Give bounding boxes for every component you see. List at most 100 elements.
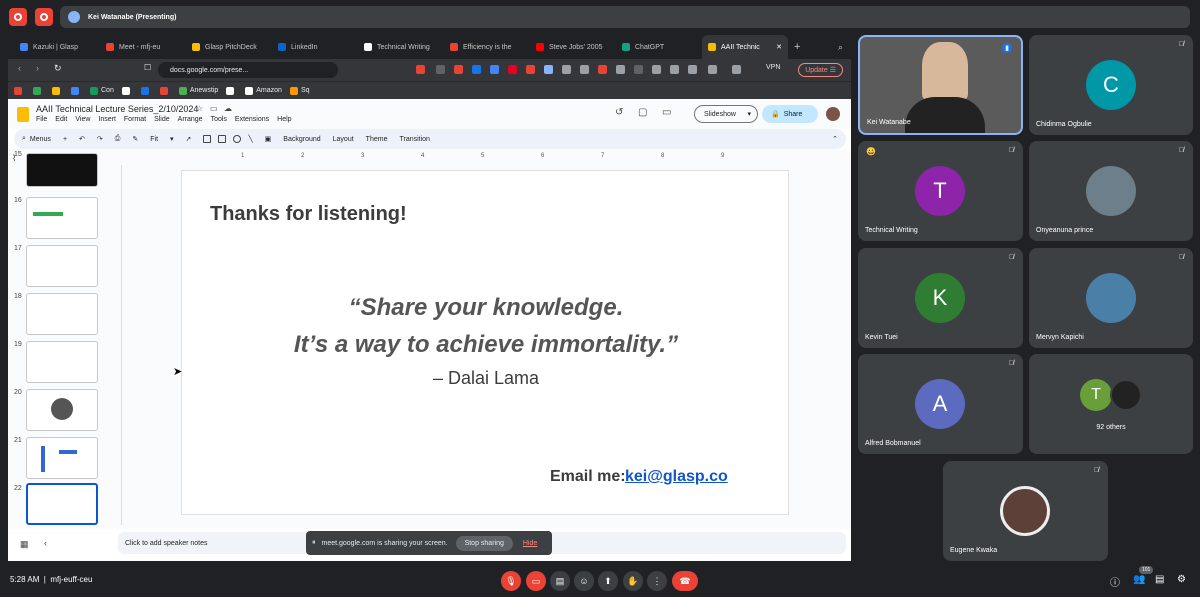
activities-icon[interactable]: ⚙ [1177, 574, 1186, 585]
bookmark-item[interactable]: Anewstip [178, 86, 218, 95]
back-icon[interactable]: ‹ [18, 63, 21, 73]
menu-view[interactable]: View [75, 116, 90, 123]
grid-view-icon[interactable]: ▦ [20, 539, 29, 550]
participant-tile[interactable]: C 🎙̸ Chidinma Ogbulie [1029, 35, 1193, 135]
shape-icon[interactable] [233, 135, 242, 143]
print-icon[interactable]: ⎙ [115, 135, 121, 143]
address-bar[interactable]: docs.google.com/prese... [158, 62, 338, 78]
update-button[interactable]: Update ☰ [798, 63, 843, 77]
chevron-down-icon[interactable]: ▾ [747, 110, 751, 118]
paint-format-icon[interactable]: ✎ [132, 135, 138, 143]
bookmark-item[interactable]: Sq [289, 86, 310, 95]
slide-thumbnail-selected[interactable] [26, 483, 98, 525]
chat-icon[interactable]: ▤ [1155, 574, 1164, 585]
participant-tile[interactable]: 😀 T 🎙̸ Technical Writing [858, 141, 1023, 241]
layout-button[interactable]: Layout [333, 136, 354, 143]
slide-thumbnail[interactable] [26, 341, 98, 383]
stop-sharing-button[interactable]: Stop sharing [455, 535, 513, 551]
transition-button[interactable]: Transition [399, 136, 429, 143]
extension-icon[interactable] [490, 65, 499, 74]
menu-format[interactable]: Format [124, 116, 146, 123]
select-cursor-icon[interactable]: ➚ [186, 135, 192, 143]
participant-tile[interactable]: 🎙̸ Mervyn Kapichi [1029, 248, 1193, 348]
bookmark-item[interactable] [14, 86, 25, 95]
menu-file[interactable]: File [36, 116, 47, 123]
extension-icon[interactable] [598, 65, 607, 74]
participant-tile[interactable]: K 🎙̸ Kevin Tuei [858, 248, 1023, 348]
zoom-select[interactable]: Fit [150, 136, 158, 143]
bookmark-item[interactable] [33, 86, 44, 95]
history-icon[interactable]: ↺ [615, 107, 623, 118]
browser-tab[interactable]: LinkedIn [272, 35, 358, 59]
user-avatar[interactable] [826, 107, 840, 121]
slide-thumbnail[interactable] [26, 437, 98, 479]
menu-insert[interactable]: Insert [98, 116, 116, 123]
new-tab-button[interactable]: + [788, 35, 812, 59]
participant-tile[interactable]: 🎙̸ Eugene Kwaka [943, 461, 1108, 561]
extension-icon[interactable] [688, 65, 697, 74]
video-call-icon[interactable]: ▭ [662, 107, 671, 118]
slide-quote-line-1[interactable]: “Share your knowledge. [182, 294, 790, 322]
menu-arrange[interactable]: Arrange [178, 116, 203, 123]
drag-handle-icon[interactable]: ⏸ [312, 539, 316, 547]
extension-icon[interactable] [472, 65, 481, 74]
browser-tab[interactable]: Meet - mfj-eu [100, 35, 186, 59]
slide-thumbnail[interactable] [26, 153, 98, 187]
extensions-puzzle-icon[interactable] [652, 65, 661, 74]
comment-icon[interactable]: ▢ [638, 107, 647, 118]
google-slides-logo[interactable] [17, 107, 29, 122]
extension-icon[interactable] [454, 65, 463, 74]
bookmark-item[interactable]: Amazon [245, 86, 282, 95]
mic-off-button[interactable]: 🎙 [501, 571, 521, 591]
folder-icon[interactable]: ▭ [210, 104, 218, 113]
browser-tab[interactable]: ChatGPT [616, 35, 702, 59]
bookmark-item[interactable] [71, 86, 82, 95]
extension-icon[interactable] [634, 65, 643, 74]
browser-tab-active[interactable]: AAII Technic ✕ [702, 35, 788, 59]
bookmark-item[interactable]: Con [90, 86, 114, 95]
extension-icon[interactable] [732, 65, 741, 74]
redo-icon[interactable]: ↷ [97, 135, 103, 143]
menu-edit[interactable]: Edit [55, 116, 67, 123]
image-icon[interactable] [218, 135, 227, 143]
browser-tab[interactable]: Kazuki | Glasp [14, 35, 100, 59]
slide-quote-line-2[interactable]: It’s a way to achieve immortality.” [182, 331, 790, 359]
forward-icon[interactable]: › [36, 63, 39, 73]
bookmark-item[interactable] [52, 86, 63, 95]
slide-email-link[interactable]: kei@glasp.co [625, 468, 728, 486]
participant-tile[interactable]: 🎙̸ Onyeanuna prince [1029, 141, 1193, 241]
collapse-toolbar-icon[interactable]: ⌃ [832, 135, 838, 143]
bookmark-item[interactable] [121, 86, 133, 95]
extension-icon[interactable] [526, 65, 535, 74]
end-call-button[interactable]: ☎ [672, 571, 698, 591]
live-stream-icon[interactable] [35, 8, 53, 26]
document-title[interactable]: AAII Technical Lecture Series_2/10/2024 [36, 104, 198, 114]
participant-tile-presenter[interactable]: ▮ Kei Watanabe [858, 35, 1023, 135]
star-icon[interactable]: ☆ [196, 104, 203, 113]
current-slide[interactable]: Thanks for listening! “Share your knowle… [181, 170, 789, 515]
new-slide-icon[interactable]: + [63, 136, 67, 143]
emoji-button[interactable]: ☺ [574, 571, 594, 591]
slideshow-button[interactable]: Slideshow ▾ [694, 105, 758, 123]
reload-icon[interactable]: ↻ [54, 63, 62, 74]
slide-attribution[interactable]: – Dalai Lama [182, 368, 790, 389]
menu-help[interactable]: Help [277, 116, 291, 123]
slide-email-label[interactable]: Email me: [550, 468, 626, 486]
chevron-down-icon[interactable]: ▾ [170, 135, 174, 143]
extension-icon[interactable] [562, 65, 571, 74]
extension-icon[interactable] [580, 65, 589, 74]
menus-search[interactable]: Menus [30, 136, 51, 143]
slide-title[interactable]: Thanks for listening! [210, 203, 407, 226]
captions-button[interactable]: ▤ [550, 571, 570, 591]
bookmark-item[interactable] [159, 86, 171, 95]
bookmark-icon[interactable]: ☐ [144, 63, 151, 72]
extension-icon[interactable] [670, 65, 679, 74]
collapse-filmstrip-icon[interactable]: ‹ [44, 538, 47, 548]
undo-icon[interactable]: ↶ [79, 135, 85, 143]
browser-tab[interactable]: Technical Writing [358, 35, 444, 59]
record-icon[interactable] [9, 8, 27, 26]
extension-icon[interactable] [436, 65, 445, 74]
slide-thumbnail[interactable] [26, 293, 98, 335]
extension-icon[interactable] [616, 65, 625, 74]
bookmark-item[interactable] [226, 86, 237, 95]
